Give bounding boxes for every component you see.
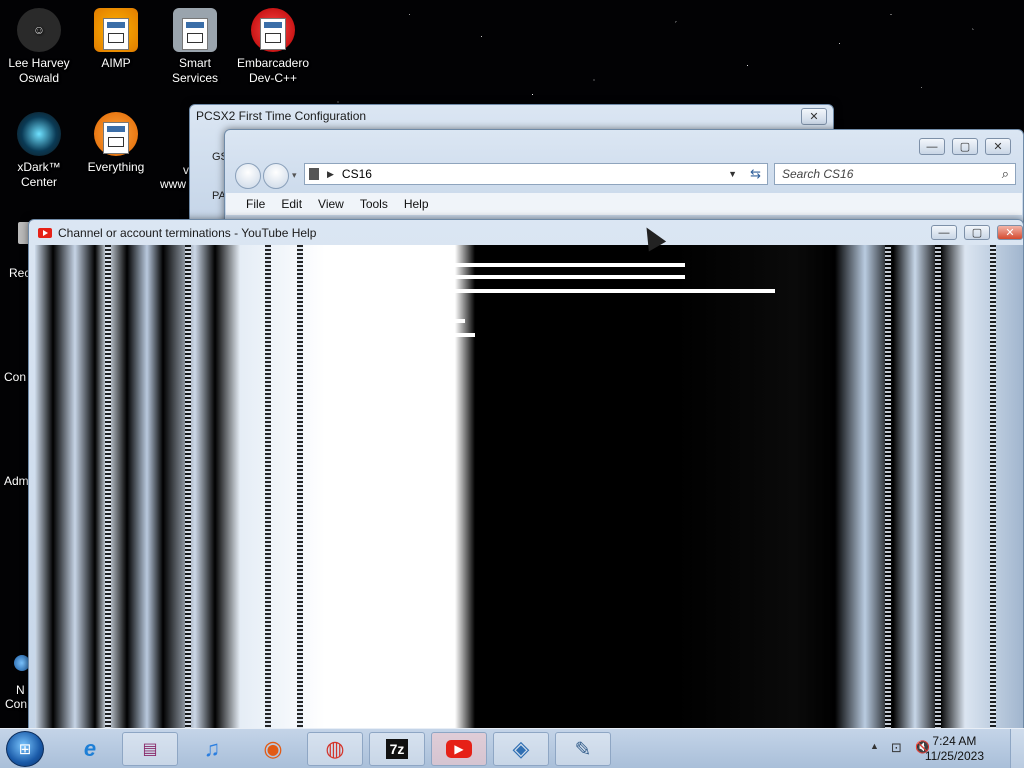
firefox-icon: ◉ bbox=[263, 736, 283, 761]
desktop-icon-label: AIMP bbox=[101, 56, 131, 70]
system-clock[interactable]: 7:24 AM 11/25/2023 bbox=[925, 734, 984, 764]
network-tray-icon[interactable]: ⊡ bbox=[891, 740, 902, 756]
youtube-help-window[interactable]: Channel or account terminations - YouTub… bbox=[28, 219, 1024, 731]
itunes-icon: ♫ bbox=[203, 736, 221, 761]
folder-icon bbox=[309, 168, 319, 180]
search-placeholder: Search CS16 bbox=[782, 167, 854, 181]
menu-file[interactable]: File bbox=[238, 197, 273, 211]
back-button[interactable] bbox=[235, 163, 261, 189]
chevron-up-icon: ▲ bbox=[870, 741, 879, 751]
desktop-icon-aimp[interactable]: AIMP bbox=[78, 8, 154, 71]
explorer-window[interactable]: — ▢ ✕ ▾ ▶ CS16 ▼ ⇆ Search CS16 ⌕ File Ed… bbox=[224, 129, 1024, 229]
maximize-button[interactable]: ▢ bbox=[964, 225, 990, 240]
partial-icon-label: Con bbox=[5, 697, 28, 711]
glitched-page-content bbox=[35, 245, 1023, 730]
taskbar-itunes[interactable]: ♫ bbox=[184, 732, 240, 766]
close-button[interactable]: ✕ bbox=[985, 138, 1011, 155]
desktop-icon-smart-services[interactable]: Smart Services bbox=[157, 8, 233, 86]
partial-icon-label: N bbox=[16, 683, 25, 697]
network-app-icon: ◈ bbox=[512, 736, 530, 761]
youtube-icon: ▶ bbox=[446, 740, 472, 758]
taskbar-firefox[interactable]: ◉ bbox=[245, 732, 301, 766]
menu-tools[interactable]: Tools bbox=[352, 197, 396, 211]
windows-logo-icon: ⊞ bbox=[18, 741, 32, 758]
desktop-icon-label: Embarcadero Dev-C++ bbox=[236, 56, 310, 85]
show-desktop-button[interactable] bbox=[1010, 729, 1024, 768]
close-icon: ✕ bbox=[993, 141, 1003, 153]
minimize-button[interactable]: — bbox=[931, 225, 957, 240]
desktop-icon-label: Everything bbox=[87, 160, 145, 174]
everything-icon bbox=[94, 112, 138, 156]
minimize-icon: — bbox=[926, 140, 938, 153]
window-title: Channel or account terminations - YouTub… bbox=[58, 226, 317, 240]
smart-services-icon bbox=[173, 8, 217, 52]
show-hidden-icons-button[interactable]: ▲ bbox=[870, 741, 879, 751]
close-icon: ✕ bbox=[809, 111, 819, 123]
breadcrumb-cs16[interactable]: CS16 bbox=[342, 167, 372, 181]
breadcrumb-arrow-icon[interactable]: ▶ bbox=[327, 169, 334, 180]
start-button[interactable]: ⊞ bbox=[6, 731, 44, 767]
notepad-icon: ✎ bbox=[574, 738, 592, 761]
desktop-icon-lee-harvey-oswald[interactable]: ☺ Lee Harvey Oswald bbox=[1, 8, 77, 86]
desktop-icon-xdark-center[interactable]: xDark™ Center bbox=[1, 112, 77, 190]
menu-bar: File Edit View Tools Help bbox=[226, 193, 1022, 215]
menu-view[interactable]: View bbox=[310, 197, 352, 211]
aimp-icon bbox=[94, 8, 138, 52]
close-button[interactable]: ✕ bbox=[801, 108, 827, 125]
address-dropdown-icon[interactable]: ▼ bbox=[728, 169, 737, 179]
winrar-icon: ▤ bbox=[142, 741, 158, 758]
desktop-icon-everything[interactable]: Everything bbox=[78, 112, 154, 175]
window-title: PCSX2 First Time Configuration bbox=[196, 109, 367, 123]
recent-pages-icon[interactable]: ▾ bbox=[292, 170, 297, 181]
clock-time: 7:24 AM bbox=[932, 734, 977, 748]
maximize-icon: ▢ bbox=[971, 227, 983, 239]
taskbar-youtube[interactable]: ▶ bbox=[431, 732, 487, 766]
taskbar-network-app[interactable]: ◈ bbox=[493, 732, 549, 766]
refresh-icon[interactable]: ⇆ bbox=[750, 166, 761, 182]
internet-explorer-icon: e bbox=[83, 736, 97, 761]
maximize-button[interactable]: ▢ bbox=[952, 138, 978, 155]
partial-icon-label: www bbox=[160, 177, 186, 191]
clock-date: 11/25/2023 bbox=[924, 749, 984, 763]
devcpp-icon bbox=[251, 8, 295, 52]
taskbar-internet-explorer[interactable]: e bbox=[62, 732, 118, 766]
desktop-icon-label: Lee Harvey Oswald bbox=[8, 56, 70, 85]
search-input[interactable]: Search CS16 ⌕ bbox=[774, 163, 1016, 185]
taskbar: ⊞ e ▤ ♫ ◉ ◍ 7z ▶ ◈ ✎ ▲ ⊡ 🔇 7:24 AM 11/25… bbox=[0, 728, 1024, 768]
taskbar-7zip[interactable]: 7z bbox=[369, 732, 425, 766]
menu-edit[interactable]: Edit bbox=[273, 197, 310, 211]
address-bar[interactable]: ▶ CS16 ▼ ⇆ bbox=[304, 163, 768, 185]
taskbar-notepad[interactable]: ✎ bbox=[555, 732, 611, 766]
menu-help[interactable]: Help bbox=[396, 197, 437, 211]
xdark-icon bbox=[17, 112, 61, 156]
chrome-icon: ◍ bbox=[325, 736, 345, 761]
desktop-icon-label: Smart Services bbox=[171, 56, 218, 85]
7zip-icon: 7z bbox=[385, 739, 409, 759]
close-icon: ✕ bbox=[1005, 227, 1015, 239]
search-icon[interactable]: ⌕ bbox=[1002, 166, 1009, 182]
forward-button[interactable] bbox=[263, 163, 289, 189]
maximize-icon: ▢ bbox=[959, 141, 971, 153]
desktop-icon-label: xDark™ Center bbox=[17, 160, 61, 189]
close-button[interactable]: ✕ bbox=[997, 225, 1023, 240]
minimize-button[interactable]: — bbox=[919, 138, 945, 155]
minimize-icon: — bbox=[938, 226, 950, 239]
character-icon: ☺ bbox=[17, 8, 61, 52]
taskbar-winrar[interactable]: ▤ bbox=[122, 732, 178, 766]
youtube-icon bbox=[38, 228, 52, 238]
partial-icon-label: Adm bbox=[4, 474, 29, 488]
partial-icon-label: Con bbox=[4, 370, 27, 384]
desktop-icon-embarcadero-devcpp[interactable]: Embarcadero Dev-C++ bbox=[235, 8, 311, 86]
taskbar-chrome[interactable]: ◍ bbox=[307, 732, 363, 766]
